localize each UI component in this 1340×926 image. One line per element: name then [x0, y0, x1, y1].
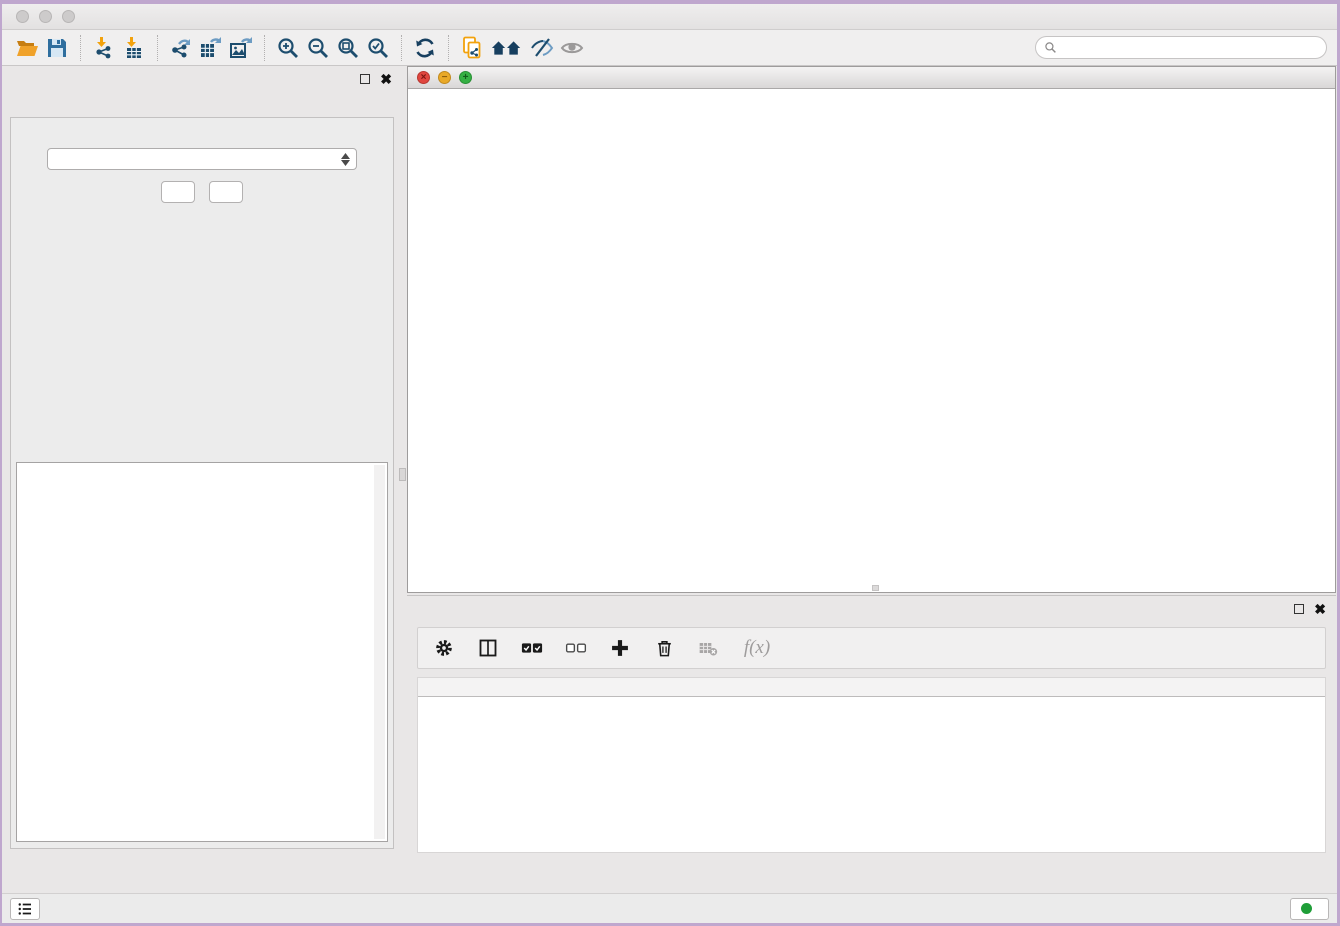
- table-panel-close-icon[interactable]: ✖: [1314, 604, 1326, 614]
- search-box: [1035, 36, 1327, 59]
- table-header-row: [418, 678, 1325, 697]
- search-input[interactable]: [1063, 41, 1318, 55]
- mcds-result-box: [16, 462, 388, 842]
- table-toolbar: f(x): [417, 627, 1326, 669]
- network-view-window: × − +: [407, 66, 1336, 593]
- table-panel-float-icon[interactable]: [1294, 604, 1304, 614]
- toolbar-separator: [80, 35, 81, 61]
- application-window: ✖: [0, 0, 1340, 926]
- network-close-icon[interactable]: ×: [417, 71, 430, 84]
- window-minimize-icon[interactable]: [39, 10, 52, 23]
- control-panel: ✖: [2, 66, 402, 893]
- open-session-icon[interactable]: [12, 34, 42, 62]
- mcds-result-text[interactable]: [20, 465, 373, 839]
- search-icon: [1044, 41, 1057, 54]
- toolbar-separator: [448, 35, 449, 61]
- network-canvas[interactable]: [408, 89, 1335, 592]
- delete-table-icon[interactable]: [696, 636, 720, 660]
- result-scrollbar[interactable]: [374, 465, 385, 839]
- memory-button[interactable]: [1290, 898, 1329, 920]
- optimization-criterion-select[interactable]: [47, 148, 357, 170]
- task-history-button[interactable]: [10, 898, 40, 920]
- zoom-in-icon[interactable]: [273, 34, 303, 62]
- memory-status-icon: [1301, 903, 1312, 914]
- delete-column-icon[interactable]: [652, 636, 676, 660]
- import-table-icon[interactable]: [119, 34, 149, 62]
- select-chevrons-icon: [341, 153, 350, 166]
- select-all-rows-icon[interactable]: [520, 636, 544, 660]
- window-zoom-icon[interactable]: [62, 10, 75, 23]
- import-network-icon[interactable]: [89, 34, 119, 62]
- toolbar-separator: [401, 35, 402, 61]
- window-titlebar: [2, 4, 1337, 30]
- show-panel-eye-icon[interactable]: [557, 34, 587, 62]
- run-mcds-button[interactable]: [161, 181, 195, 203]
- control-panel-float-icon[interactable]: [360, 74, 370, 84]
- function-builder-icon[interactable]: f(x): [740, 636, 774, 660]
- show-all-networks-icon[interactable]: [487, 34, 527, 62]
- node-table: [417, 677, 1326, 853]
- network-window-titlebar: × − +: [408, 67, 1335, 89]
- clone-network-icon[interactable]: [457, 34, 487, 62]
- window-close-icon[interactable]: [16, 10, 29, 23]
- zoom-selected-icon[interactable]: [363, 34, 393, 62]
- toolbar-separator: [157, 35, 158, 61]
- toolbar-separator: [264, 35, 265, 61]
- main-toolbar: [2, 30, 1337, 66]
- deselect-all-rows-icon[interactable]: [564, 636, 588, 660]
- add-column-icon[interactable]: [608, 636, 632, 660]
- mcds-panel: [10, 117, 394, 849]
- canvas-resize-grip[interactable]: [872, 585, 879, 591]
- table-panel: ✖: [407, 595, 1336, 893]
- refresh-view-icon[interactable]: [410, 34, 440, 62]
- status-bar: [2, 893, 1337, 923]
- network-zoom-icon[interactable]: +: [459, 71, 472, 84]
- export-image-icon[interactable]: [226, 34, 256, 62]
- split-panel-icon[interactable]: [476, 636, 500, 660]
- hide-panel-eye-icon[interactable]: [527, 34, 557, 62]
- zoom-fit-icon[interactable]: [333, 34, 363, 62]
- network-minimize-icon[interactable]: −: [438, 71, 451, 84]
- table-settings-icon[interactable]: [432, 636, 456, 660]
- export-table-icon[interactable]: [196, 34, 226, 62]
- close-panel-button[interactable]: [209, 181, 243, 203]
- zoom-out-icon[interactable]: [303, 34, 333, 62]
- panel-splitter-handle[interactable]: [399, 468, 406, 481]
- export-network-icon[interactable]: [166, 34, 196, 62]
- control-panel-close-icon[interactable]: ✖: [380, 74, 392, 84]
- save-session-icon[interactable]: [42, 34, 72, 62]
